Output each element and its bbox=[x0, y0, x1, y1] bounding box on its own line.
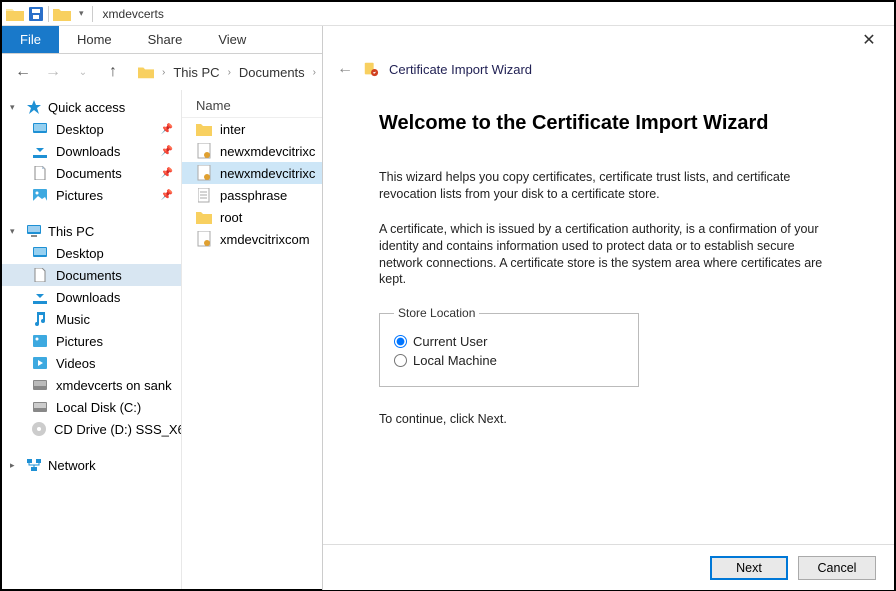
drive-icon bbox=[32, 399, 48, 415]
sidebar-label: This PC bbox=[48, 224, 94, 239]
radio-local-machine[interactable]: Local Machine bbox=[394, 353, 624, 368]
file-icon bbox=[196, 187, 212, 203]
sidebar-item-desktop[interactable]: Desktop📌 bbox=[2, 118, 181, 140]
sidebar-item-documents[interactable]: Documents bbox=[2, 264, 181, 286]
sidebar-item-pictures[interactable]: Pictures📌 bbox=[2, 184, 181, 206]
nav-back-icon[interactable]: ← bbox=[12, 61, 34, 83]
sidebar-item-downloads[interactable]: Downloads bbox=[2, 286, 181, 308]
sidebar-item-cddrive[interactable]: CD Drive (D:) SSS_X6 bbox=[2, 418, 181, 440]
file-name: passphrase bbox=[220, 188, 287, 203]
file-icon bbox=[196, 165, 212, 181]
store-location-group: Store Location Current User Local Machin… bbox=[379, 306, 639, 387]
sidebar-item-pictures[interactable]: Pictures bbox=[2, 330, 181, 352]
radio-local-machine-input[interactable] bbox=[394, 354, 407, 367]
certificate-wizard-icon bbox=[363, 61, 379, 77]
drive-icon bbox=[32, 377, 48, 393]
qat-dropdown-icon[interactable]: ▾ bbox=[79, 8, 84, 19]
certificate-import-wizard: ✕ ← Certificate Import Wizard Welcome to… bbox=[322, 26, 894, 590]
caret-down-icon: ▾ bbox=[10, 226, 20, 237]
sidebar-item-videos[interactable]: Videos bbox=[2, 352, 181, 374]
sidebar-quick-access[interactable]: ▾ Quick access bbox=[2, 96, 181, 118]
nav-recent-icon[interactable]: ⌄ bbox=[72, 61, 94, 83]
wizard-footer: Next Cancel bbox=[323, 544, 894, 590]
sidebar-this-pc[interactable]: ▾ This PC bbox=[2, 220, 181, 242]
pin-icon: 📌 bbox=[161, 146, 173, 157]
desktop-icon bbox=[32, 245, 48, 261]
music-icon bbox=[32, 311, 48, 327]
navigation-pane: ▾ Quick access Desktop📌 Downloads📌 Docum… bbox=[2, 90, 182, 589]
chevron-right-icon[interactable]: › bbox=[158, 67, 169, 78]
pictures-icon bbox=[32, 333, 48, 349]
file-name: newxmdevcitrixc bbox=[220, 166, 315, 181]
tab-view[interactable]: View bbox=[200, 26, 264, 53]
context-folder-icon bbox=[53, 6, 71, 22]
breadcrumb-thispc[interactable]: This PC bbox=[171, 65, 221, 80]
breadcrumb-documents[interactable]: Documents bbox=[237, 65, 307, 80]
column-header-name[interactable]: Name bbox=[182, 94, 332, 118]
nav-up-icon[interactable]: ↑ bbox=[102, 61, 124, 83]
wizard-paragraph-2: A certificate, which is issued by a cert… bbox=[379, 221, 838, 289]
documents-icon bbox=[32, 267, 48, 283]
file-name: newxmdevcitrixc bbox=[220, 144, 315, 159]
wizard-continue-text: To continue, click Next. bbox=[379, 411, 838, 428]
sidebar-label: Network bbox=[48, 458, 96, 473]
nav-forward-icon: → bbox=[42, 61, 64, 83]
sidebar-item-localdisk[interactable]: Local Disk (C:) bbox=[2, 396, 181, 418]
wizard-heading: Welcome to the Certificate Import Wizard bbox=[379, 112, 838, 135]
separator bbox=[48, 6, 49, 22]
file-name: inter bbox=[220, 122, 245, 137]
sidebar-label: Quick access bbox=[48, 100, 125, 115]
tab-share[interactable]: Share bbox=[130, 26, 201, 53]
window-title: xmdevcerts bbox=[103, 7, 164, 21]
file-icon bbox=[196, 143, 212, 159]
tab-file[interactable]: File bbox=[2, 26, 59, 53]
wizard-paragraph-1: This wizard helps you copy certificates,… bbox=[379, 169, 838, 203]
wizard-back-icon[interactable]: ← bbox=[337, 60, 353, 78]
tab-home[interactable]: Home bbox=[59, 26, 130, 53]
save-icon[interactable] bbox=[28, 6, 44, 22]
file-name: xmdevcitrixcom bbox=[220, 232, 310, 247]
address-bar[interactable]: › This PC › Documents › bbox=[132, 64, 320, 80]
file-icon bbox=[196, 209, 212, 225]
store-location-legend: Store Location bbox=[394, 306, 479, 320]
chevron-right-icon[interactable]: › bbox=[224, 67, 235, 78]
quick-access-toolbar: ▾ xmdevcerts bbox=[2, 2, 894, 26]
sidebar-item-desktop[interactable]: Desktop bbox=[2, 242, 181, 264]
wizard-title: Certificate Import Wizard bbox=[389, 62, 532, 77]
star-icon bbox=[26, 99, 42, 115]
wizard-header: ← Certificate Import Wizard bbox=[323, 54, 894, 92]
separator bbox=[92, 6, 93, 22]
documents-icon bbox=[32, 165, 48, 181]
file-icon bbox=[196, 121, 212, 137]
radio-current-user[interactable]: Current User bbox=[394, 334, 624, 349]
pictures-icon bbox=[32, 187, 48, 203]
close-icon[interactable]: ✕ bbox=[854, 30, 884, 50]
sidebar-item-netshare[interactable]: xmdevcerts on sank bbox=[2, 374, 181, 396]
desktop-icon bbox=[32, 121, 48, 137]
file-icon bbox=[196, 231, 212, 247]
caret-right-icon: ▸ bbox=[10, 460, 20, 471]
chevron-right-icon[interactable]: › bbox=[309, 67, 320, 78]
caret-down-icon: ▾ bbox=[10, 102, 20, 113]
cd-icon bbox=[32, 421, 46, 437]
wizard-titlebar: ✕ bbox=[323, 26, 894, 54]
network-icon bbox=[26, 457, 42, 473]
sidebar-item-documents[interactable]: Documents📌 bbox=[2, 162, 181, 184]
pin-icon: 📌 bbox=[161, 124, 173, 135]
videos-icon bbox=[32, 355, 48, 371]
pin-icon: 📌 bbox=[161, 190, 173, 201]
pin-icon: 📌 bbox=[161, 168, 173, 179]
cancel-button[interactable]: Cancel bbox=[798, 556, 876, 580]
app-folder-icon bbox=[6, 6, 24, 22]
downloads-icon bbox=[32, 289, 48, 305]
address-folder-icon bbox=[138, 64, 154, 80]
file-name: root bbox=[220, 210, 242, 225]
next-button[interactable]: Next bbox=[710, 556, 788, 580]
sidebar-item-downloads[interactable]: Downloads📌 bbox=[2, 140, 181, 162]
downloads-icon bbox=[32, 143, 48, 159]
pc-icon bbox=[26, 223, 42, 239]
sidebar-network[interactable]: ▸ Network bbox=[2, 454, 181, 476]
sidebar-item-music[interactable]: Music bbox=[2, 308, 181, 330]
radio-current-user-input[interactable] bbox=[394, 335, 407, 348]
